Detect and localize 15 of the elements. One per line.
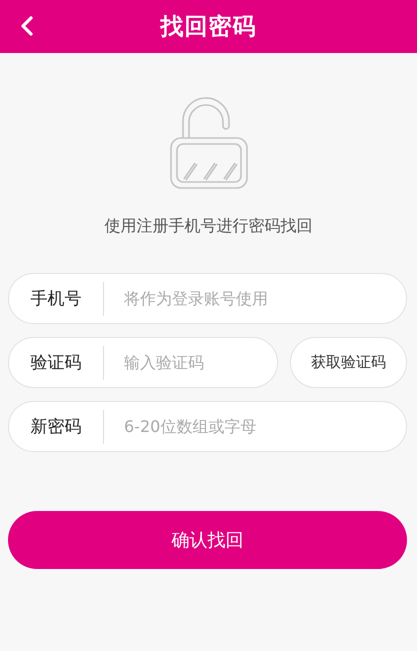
unlocked-padlock-icon	[170, 95, 248, 189]
text-input[interactable]: 将作为登录账号使用	[122, 288, 406, 309]
input-field[interactable]: 验证码 输入验证码	[8, 337, 278, 388]
text-input[interactable]: 6-20位数组或字母	[122, 416, 406, 437]
confirm-button[interactable]: 确认找回	[8, 511, 407, 569]
input-field[interactable]: 新密码 6-20位数组或字母	[8, 401, 407, 452]
input-field[interactable]: 手机号 将作为登录账号使用	[8, 273, 407, 324]
text-input[interactable]: 输入验证码	[122, 352, 277, 373]
field-label: 验证码	[9, 346, 104, 380]
back-icon[interactable]	[20, 15, 34, 37]
page-title: 找回密码	[160, 13, 256, 42]
field-label: 新密码	[9, 410, 104, 444]
field-label: 手机号	[9, 282, 104, 316]
get-code-button[interactable]: 获取验证码	[290, 337, 407, 388]
instruction-text: 使用注册手机号进行密码找回	[104, 216, 312, 237]
